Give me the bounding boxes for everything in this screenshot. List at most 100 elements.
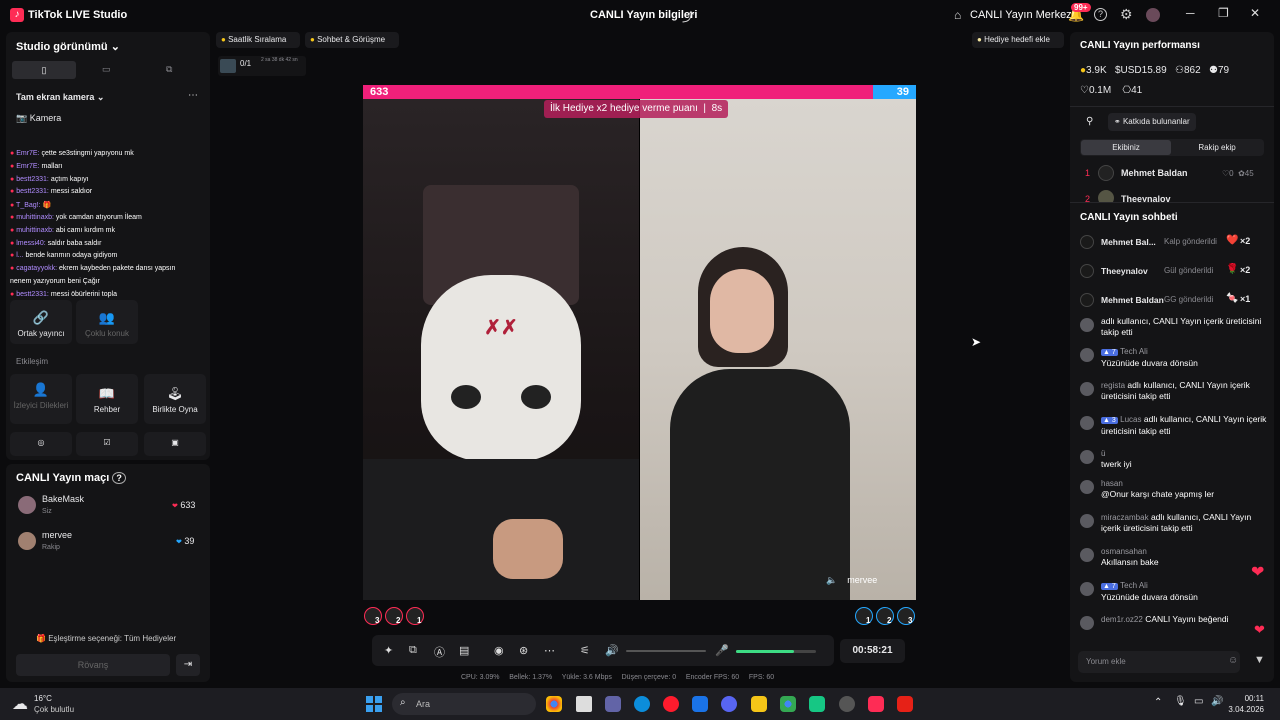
gift-row: Mehmet Baldan GG gönderildi 🍬 ×1 <box>1070 288 1274 314</box>
tab-opponent-team[interactable]: Rakip ekip <box>1172 140 1262 155</box>
add-user-icon: ⚉ <box>1209 65 1218 76</box>
minimize-icon[interactable]: ─ <box>1186 6 1195 20</box>
avatar[interactable] <box>1146 8 1160 22</box>
opera-icon[interactable] <box>663 696 679 712</box>
tiktok-icon[interactable] <box>868 696 884 712</box>
help-icon[interactable]: ? <box>1094 8 1107 21</box>
edge-icon[interactable] <box>634 696 650 712</box>
mic-tray-icon[interactable]: 🎙 <box>1174 696 1187 707</box>
contributor-name: Mehmet Baldan <box>1121 168 1188 178</box>
gear-icon[interactable]: ⚙ <box>1120 6 1133 23</box>
opponent-name-label: 🔈 mervee <box>826 575 878 585</box>
close-icon[interactable]: ✕ <box>1250 6 1260 20</box>
landscape-layout-tab[interactable]: ▭ <box>102 64 111 75</box>
message-body: ▲ 3 Lucas adlı kullanıcı, CANLI Yayın iç… <box>1101 414 1271 437</box>
volume-icon[interactable]: 🔊 <box>605 644 619 657</box>
contributor-name: Theeynalov <box>1121 194 1171 202</box>
monitor-icon[interactable]: ▭ <box>1194 696 1203 707</box>
message-body: ▲ 7 Tech Ali Yüzünüde duvara dönsün <box>1101 346 1271 369</box>
rematch-button[interactable]: Rövanş <box>16 654 170 676</box>
chevron-up-icon[interactable]: ⌃ <box>1154 697 1162 708</box>
search-input[interactable]: ⌕ Ara <box>392 693 536 715</box>
app-icon-2[interactable] <box>839 696 855 712</box>
viewer-requests-button[interactable]: 👤 İzleyici Dilekleri <box>10 374 72 424</box>
volume-slider[interactable] <box>626 650 706 652</box>
play-together-button[interactable]: 🕹 Birlikte Oyna <box>144 374 206 424</box>
tool-tile-4[interactable]: ◎ <box>10 432 72 456</box>
followers-value: 79 <box>1217 65 1230 76</box>
chrome-alt-icon[interactable] <box>780 696 796 712</box>
link-icon: ⚭ <box>1114 117 1121 126</box>
bonus-toast: İlk Hediye x2 hediye verme puanı | 8s <box>544 100 729 118</box>
gifter-avatar: 2 <box>385 607 403 625</box>
mic-slider[interactable] <box>736 650 816 653</box>
stream-icon[interactable]: ⊛ <box>519 644 528 657</box>
more-icon[interactable]: ⋯ <box>544 644 555 657</box>
avatar <box>1080 480 1094 494</box>
scene-dropdown[interactable]: Tam ekran kamera ⌄ <box>16 92 104 103</box>
matching-option[interactable]: 🎁 Eşleştirme seçeneği: Tüm Hediyeler <box>36 634 176 643</box>
mail-icon[interactable] <box>692 696 708 712</box>
gift-sender: Mehmet Bal... <box>1101 237 1156 247</box>
live-center-button[interactable]: CANLI Yayın Merkezi <box>970 9 1074 21</box>
mic-icon[interactable]: 🎤 <box>715 644 729 657</box>
start-icon[interactable] <box>366 696 382 712</box>
split-layout-tab[interactable]: ⧉ <box>166 64 172 75</box>
message-body: miraczambak adlı kullanıcı, CANLI Yayın … <box>1101 512 1271 534</box>
discord-icon[interactable] <box>721 696 737 712</box>
tool-tile-6[interactable]: ▣ <box>144 432 206 456</box>
gift-goal-button[interactable]: ● Hediye hedefi ekle <box>972 32 1064 48</box>
more-icon[interactable]: ⋯ <box>188 90 198 101</box>
home-icon[interactable]: ⌂ <box>954 8 961 22</box>
rank-widget[interactable]: 0/1 2 sa 38 dk 42 sn <box>218 56 306 76</box>
live-preview[interactable]: ✗✗ 🔈 mervee 633 39 İlk Hediye x2 hediye … <box>363 85 916 600</box>
clock-date: 3.04.2026 <box>1228 705 1264 714</box>
effects-icon[interactable]: ⧉ <box>409 644 417 657</box>
message-body: ▲ 7 Tech Ali Yüzünüde duvara dönsün <box>1101 580 1271 603</box>
record-icon[interactable]: ◉ <box>494 644 504 657</box>
comment-input[interactable]: Yorum ekle ☺ <box>1078 651 1240 673</box>
folder-icon[interactable] <box>751 696 767 712</box>
help-icon[interactable]: ? <box>112 472 126 484</box>
studio-view-dropdown[interactable]: Studio görünümü ⌄ <box>16 40 120 53</box>
contributor-list: 1 Mehmet Baldan ♡0 ✿45 2 Theeynalov <box>1070 162 1274 202</box>
chat-message: adlı kullanıcı, CANLI Yayın içerik üreti… <box>1070 316 1274 348</box>
clock-time: 00:11 <box>1244 694 1264 703</box>
collab-button[interactable]: 🔗 Ortak yayıncı <box>10 300 72 344</box>
caption-icon[interactable]: ▤ <box>459 644 469 657</box>
exit-icon[interactable]: ⇥ <box>176 654 200 676</box>
multi-guest-button[interactable]: 👥 Çoklu konuk <box>76 300 138 344</box>
weather-icon[interactable]: ☁ <box>12 694 28 714</box>
contributors-button[interactable]: ⚭ Katkıda bulunanlar <box>1108 113 1196 131</box>
camera-source[interactable]: 📷 Kamera <box>16 113 61 124</box>
gift-count: ×2 <box>1240 236 1251 246</box>
level-badge: ▲ 3 <box>1101 417 1118 424</box>
teams-icon[interactable] <box>605 696 621 712</box>
tool-tile-5[interactable]: ☑ <box>76 432 138 456</box>
live-timer: 00:58:21 <box>840 639 905 663</box>
portrait-layout-tab[interactable]: ▯ <box>12 61 76 79</box>
ai-icon[interactable]: Ⓐ <box>434 644 445 660</box>
tab-hourly-ranking[interactable]: ● Saatlik Sıralama <box>216 32 300 48</box>
youtube-icon[interactable] <box>897 696 913 712</box>
tab-our-team[interactable]: Ekibiniz <box>1081 140 1171 155</box>
guide-button[interactable]: 📖 Rehber <box>76 374 138 424</box>
tab-chat-call[interactable]: ● Sohbet & Görüşme <box>305 32 399 48</box>
chat-user: l... <box>16 252 24 260</box>
chrome-icon[interactable] <box>546 696 562 712</box>
share-icon[interactable]: ⤴ <box>682 8 694 25</box>
chat-user: lmessi40: <box>16 239 46 247</box>
person-icon[interactable]: ⚲ <box>1086 116 1093 127</box>
rank-time: 2 sa 38 dk 42 sn <box>261 57 298 63</box>
volume-tray-icon[interactable]: 🔊 <box>1211 696 1223 707</box>
maximize-icon[interactable]: ❐ <box>1218 6 1229 20</box>
chat-message: osmansahan Akıllansın bake <box>1070 546 1274 578</box>
app-icon[interactable] <box>809 696 825 712</box>
chat-user: T_Bag!: <box>16 202 41 210</box>
mixer-icon[interactable]: ⚟ <box>580 644 590 657</box>
send-icon[interactable]: ▼ <box>1254 654 1265 666</box>
files-icon[interactable] <box>576 696 592 712</box>
magic-icon[interactable]: ✦ <box>384 644 393 657</box>
emoji-icon[interactable]: ☺ <box>1228 655 1238 666</box>
chat-message: hasan @Onur karşı chate yapmış ler <box>1070 478 1274 510</box>
